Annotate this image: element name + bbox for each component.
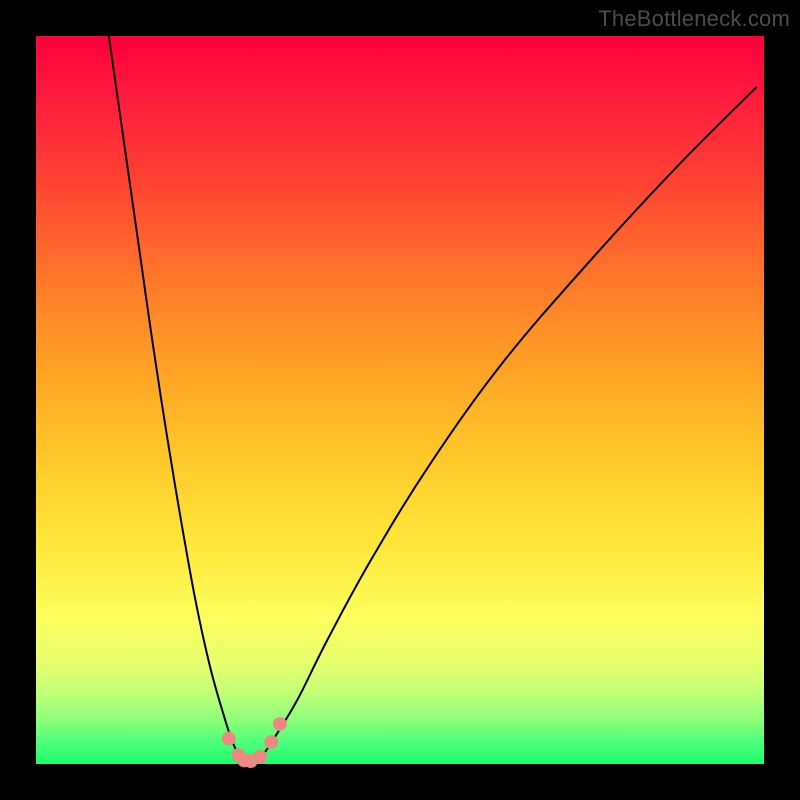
marker-group bbox=[222, 717, 287, 768]
left-curve bbox=[109, 36, 247, 764]
marker-dot bbox=[273, 717, 287, 731]
chart-frame: TheBottleneck.com bbox=[0, 0, 800, 800]
plot-area bbox=[36, 36, 764, 764]
watermark-text: TheBottleneck.com bbox=[598, 6, 790, 32]
curve-layer bbox=[36, 36, 764, 764]
marker-dot bbox=[264, 735, 278, 749]
right-curve bbox=[254, 87, 756, 764]
marker-dot bbox=[253, 750, 267, 764]
marker-dot bbox=[222, 732, 236, 746]
